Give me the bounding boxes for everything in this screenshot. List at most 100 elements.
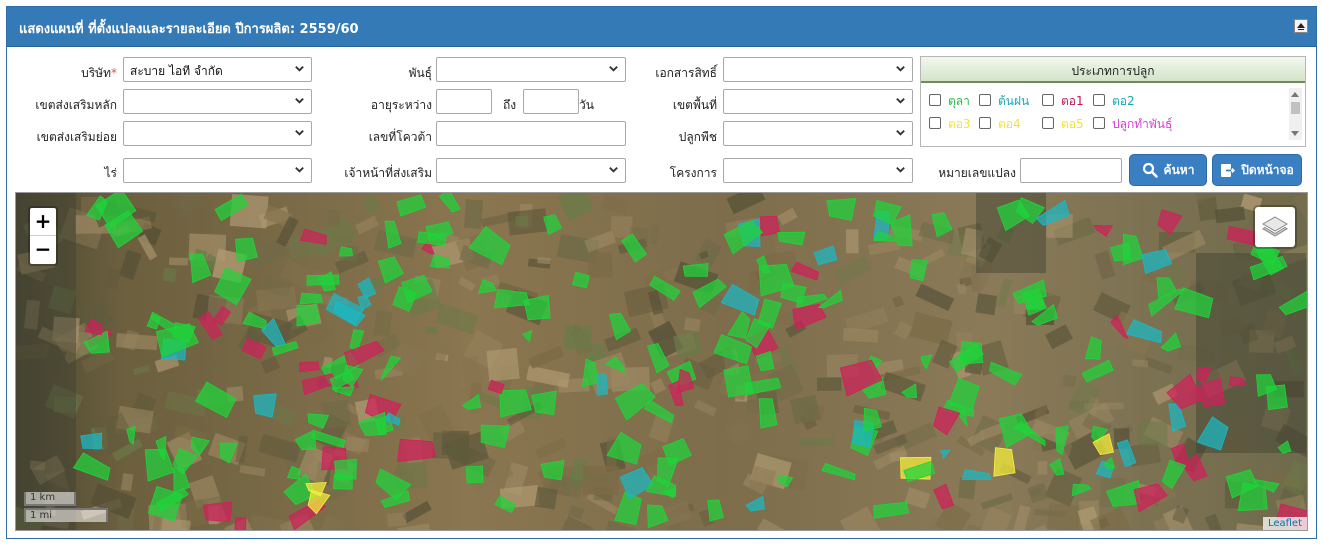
field-plot-polygon[interactable] [540, 459, 565, 481]
zone-main-select[interactable] [123, 89, 312, 114]
planting-option-seed[interactable]: ปลูกทำพันธุ์ [1093, 115, 1172, 134]
zone-sub-select[interactable] [123, 121, 312, 146]
chevron-down-icon [896, 98, 905, 104]
field-plot-polygon[interactable] [295, 303, 321, 327]
checkbox[interactable] [979, 117, 991, 129]
planting-type-box: ประเภทการปลูก ตุลา ต้นฝน ตอ1 ตอ2 ตอ3 ตอ4… [920, 56, 1306, 147]
checkbox[interactable] [1042, 117, 1054, 129]
zoom-out-button[interactable]: − [30, 236, 56, 264]
layers-icon [1262, 216, 1288, 237]
area-zone-label: เขตพื้นที่ [672, 98, 717, 112]
terrain-patch [463, 199, 483, 229]
title-deed-select[interactable] [723, 57, 913, 82]
planting-option-label: ตุลา [948, 94, 970, 108]
checkbox[interactable] [1093, 94, 1105, 106]
terrain-patch [204, 359, 216, 374]
leaflet-attribution-link[interactable]: Leaflet [1262, 517, 1307, 530]
terrain-patch [610, 216, 633, 238]
plot-no-input[interactable] [1020, 158, 1122, 183]
checkbox[interactable] [979, 94, 991, 106]
field-plot-polygon[interactable] [80, 432, 103, 450]
title-deed-label: เอกสารสิทธิ์ [655, 66, 717, 80]
officer-select[interactable] [436, 158, 626, 183]
field-plot-polygon[interactable] [299, 361, 320, 373]
planting-option-to3[interactable]: ตอ3 [929, 115, 971, 134]
checkbox[interactable] [1042, 94, 1054, 106]
scroll-down-arrow-icon[interactable] [1291, 131, 1299, 136]
terrain-patch [534, 486, 558, 510]
age-from-input[interactable] [436, 89, 492, 114]
scroll-up-arrow-icon[interactable] [1291, 92, 1299, 97]
terrain-patch [169, 257, 188, 266]
checkbox[interactable] [929, 117, 941, 129]
field-plot-polygon[interactable] [234, 517, 247, 531]
scale-km: 1 km [24, 492, 76, 506]
quota-label: เลขที่โควต้า [368, 130, 432, 144]
planting-option-to2[interactable]: ตอ2 [1093, 92, 1135, 111]
age-label: อายุระหว่าง [370, 98, 432, 112]
planting-option-tonfon[interactable]: ต้นฝน [979, 92, 1029, 111]
terrain-patch [425, 327, 438, 335]
collapse-button[interactable] [1294, 19, 1308, 33]
field-plot-polygon[interactable] [531, 390, 557, 416]
crop-label: ปลูกพืช [678, 130, 717, 144]
planting-option-to5[interactable]: ตอ5 [1042, 115, 1084, 134]
checkbox[interactable] [1093, 117, 1105, 129]
field-plot-polygon[interactable] [465, 465, 484, 484]
field-plot-polygon[interactable] [993, 447, 1016, 477]
terrain-patch [563, 324, 592, 350]
quota-input[interactable] [436, 121, 626, 146]
project-select[interactable] [723, 158, 913, 183]
planting-type-scrollbar[interactable] [1289, 88, 1302, 140]
checkbox[interactable] [929, 94, 941, 106]
terrain-patch [845, 229, 859, 254]
map-view[interactable]: + − 1 km 1 mi Leaflet [15, 192, 1308, 531]
close-button-label: ปิดหน้าจอ [1241, 162, 1294, 177]
age-unit-label: วัน [579, 98, 594, 112]
age-to-input[interactable] [523, 89, 579, 114]
zoom-in-button[interactable]: + [30, 208, 56, 236]
search-button[interactable]: ค้นหา [1129, 154, 1207, 186]
planting-option-tula[interactable]: ตุลา [929, 92, 970, 111]
variety-select[interactable] [436, 57, 626, 82]
field-plot-polygon[interactable] [397, 438, 437, 463]
field-plot-polygon[interactable] [682, 262, 709, 277]
field-plot-polygon[interactable] [332, 473, 353, 490]
zone-main-label: เขตส่งเสริมหลัก [35, 98, 117, 112]
terrain-patch [322, 399, 352, 430]
company-label: บริษัท* [81, 66, 117, 80]
field-plot-polygon[interactable] [1228, 376, 1246, 387]
area-zone-select[interactable] [723, 89, 913, 114]
field-plot-polygon[interactable] [202, 501, 233, 523]
zoom-control: + − [28, 206, 58, 266]
field-plot-polygon[interactable] [596, 372, 609, 396]
chevron-down-icon [295, 66, 304, 72]
terrain-patch [345, 436, 370, 453]
planting-option-label: ตอ3 [948, 117, 971, 131]
field-plot-polygon[interactable] [253, 393, 277, 418]
planting-option-label: ปลูกทำพันธุ์ [1112, 117, 1173, 131]
crop-select[interactable] [723, 121, 913, 146]
rai-select[interactable] [123, 158, 312, 183]
terrain-patch [790, 394, 821, 425]
field-plot-polygon[interactable] [959, 341, 984, 365]
terrain-patch [373, 310, 393, 337]
terrain-patch [327, 209, 341, 228]
officer-label: เจ้าหน้าที่ส่งเสริม [344, 166, 432, 180]
layers-button[interactable] [1253, 205, 1297, 249]
project-label: โครงการ [669, 166, 717, 180]
planting-option-to4[interactable]: ตอ4 [979, 115, 1021, 134]
company-select[interactable]: สะบาย ไอที จำกัด [123, 57, 312, 82]
planting-type-list: ตุลา ต้นฝน ตอ1 ตอ2 ตอ3 ตอ4 ตอ5 ปลูกทำพัน… [921, 84, 1305, 146]
scroll-thumb[interactable] [1291, 102, 1300, 114]
terrain-patch [515, 215, 529, 227]
planting-option-to1[interactable]: ตอ1 [1042, 92, 1084, 111]
company-select-value: สะบาย ไอที จำกัด [130, 64, 223, 78]
terrain-patch [582, 465, 619, 496]
terrain-patch [957, 477, 976, 500]
close-screen-button[interactable]: ปิดหน้าจอ [1212, 154, 1302, 186]
field-plot-polygon[interactable] [299, 292, 323, 305]
planting-type-header: ประเภทการปลูก [921, 57, 1305, 83]
age-to-label: ถึง [503, 98, 517, 112]
satellite-imagery[interactable] [16, 193, 1308, 531]
